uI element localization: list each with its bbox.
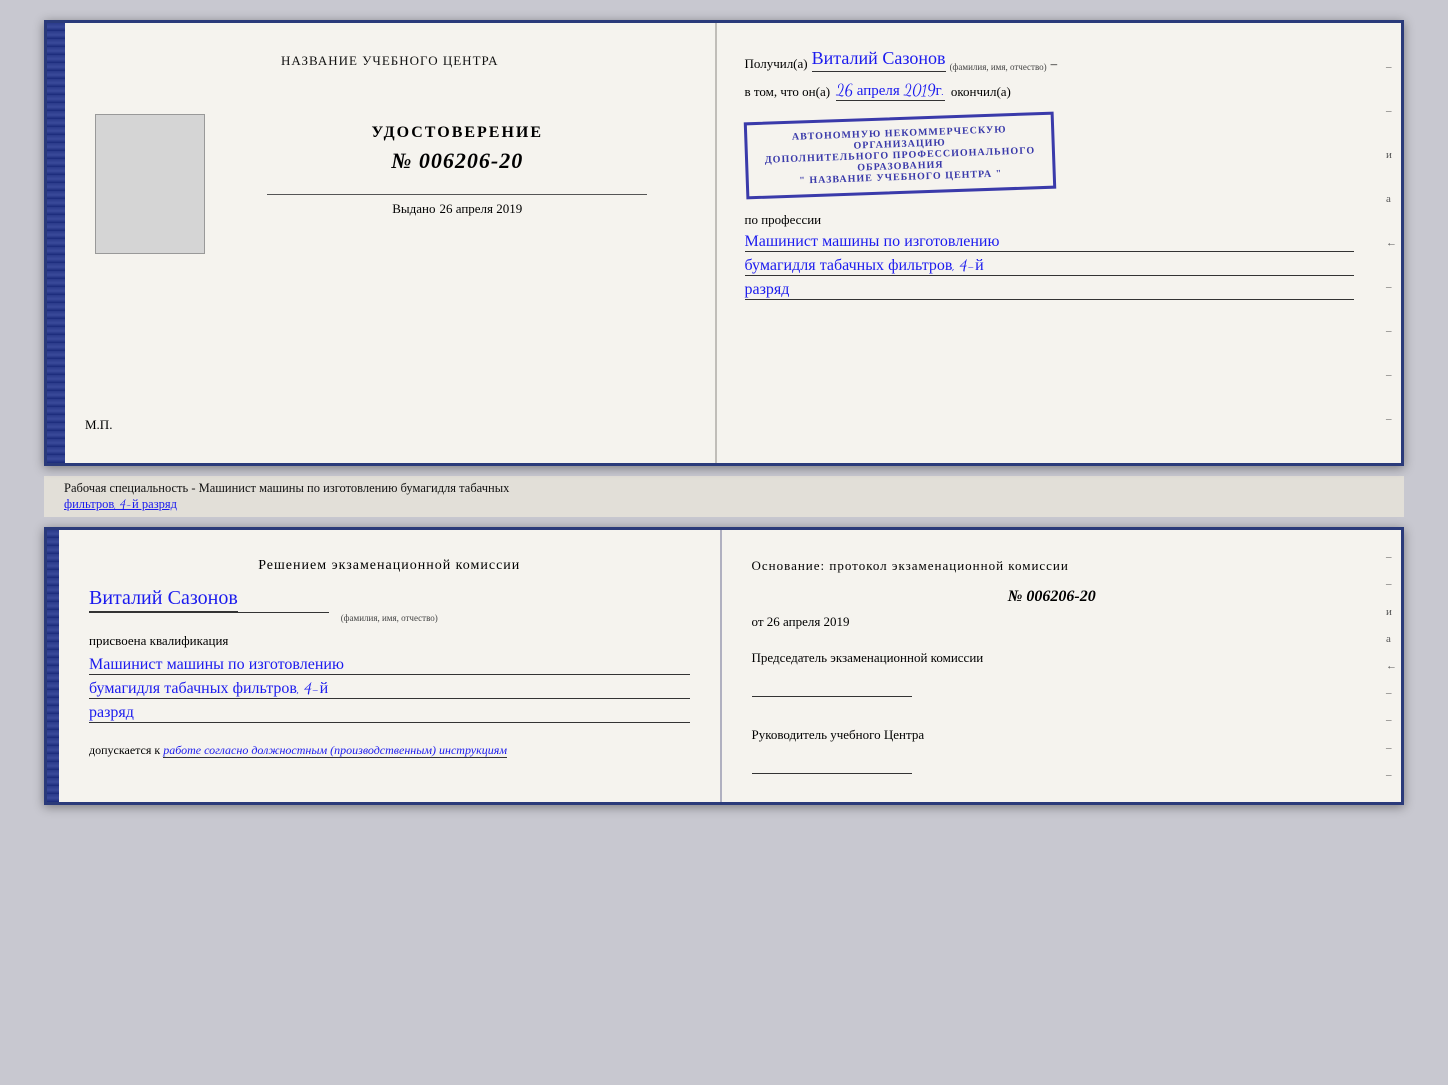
stamp-area: АВТОНОМНУЮ НЕКОММЕРЧЕСКУЮ ОРГАНИЗАЦИЮ ДО… [745,109,1355,202]
person-name-block: Виталий Сазонов (фамилия, имя, отчество) [89,586,690,623]
middle-bar: Рабочая специальность - Машинист машины … [44,476,1404,517]
qualification-line2: бумагидля табачных фильтров, 4-й [89,679,690,699]
cert-title: УДОСТОВЕРЕНИЕ [371,124,543,142]
top-document: НАЗВАНИЕ УЧЕБНОГО ЦЕНТРА УДОСТОВЕРЕНИЕ №… [44,20,1404,466]
recipient-line: Получил(а) Виталий Сазонов (фамилия, имя… [745,48,1355,72]
allows-text: работе согласно должностным (производств… [163,743,507,758]
middle-text: Рабочая специальность - Машинист машины … [64,481,1384,512]
top-right-page: Получил(а) Виталий Сазонов (фамилия, имя… [717,23,1383,463]
qualification-line1: Машинист машины по изготовлению [89,655,690,675]
center-head-signature-line [752,773,912,774]
stamp-box: АВТОНОМНУЮ НЕКОММЕРЧЕСКУЮ ОРГАНИЗАЦИЮ ДО… [743,112,1055,200]
in-that-line: в том, что он(а) 26 апреля 2019г. окончи… [745,82,1355,101]
fio-caption-top: (фамилия, имя, отчество) [950,62,1047,72]
allows-line: допускается к работе согласно должностны… [89,743,690,758]
photo-placeholder [95,114,205,254]
book-spine-left [47,23,65,463]
protocol-date-line: от 26 апреля 2019 [752,614,1353,630]
fio-caption-bottom: (фамилия, имя, отчество) [89,613,690,623]
bottom-right-edge-marks: – – и а ← – – – – [1382,530,1401,802]
assigned-text: присвоена квалификация [89,633,690,649]
received-prefix: Получил(а) [745,56,808,72]
center-head-title: Руководитель учебного Центра [752,727,1353,743]
bottom-left-page: Решением экзаменационной комиссии Витали… [59,530,722,802]
profession-line2: бумагидля табачных фильтров, 4-й [745,256,1355,276]
allows-prefix: допускается к [89,743,160,757]
issued-label: Выдано [392,201,435,216]
mp-label: М.П. [85,417,695,433]
bottom-right-page: Основание: протокол экзаменационной коми… [722,530,1383,802]
issued-date: 26 апреля 2019 [439,201,522,216]
profession-line3: разряд [745,280,1355,300]
protocol-date: 26 апреля 2019 [767,614,850,629]
chairman-title: Председатель экзаменационной комиссии [752,650,1353,666]
person-name: Виталий Сазонов [89,586,238,612]
qualification-line3: разряд [89,703,690,723]
profession-line1: Машинист машины по изготовлению [745,232,1355,252]
basis-title: Основание: протокол экзаменационной коми… [752,558,1353,574]
recipient-name: Виталий Сазонов [812,48,946,72]
completion-date: 26 апреля 2019г. [836,82,945,101]
decision-title: Решением экзаменационной комиссии [89,558,690,574]
in-that-prefix: в том, что он(а) [745,84,831,100]
book-spine-bottom-left [47,530,59,802]
bottom-document: Решением экзаменационной комиссии Витали… [44,527,1404,805]
top-left-page: НАЗВАНИЕ УЧЕБНОГО ЦЕНТРА УДОСТОВЕРЕНИЕ №… [65,23,717,463]
protocol-number: № 006206-20 [752,588,1353,606]
from-prefix: от [752,614,764,629]
training-center-label: НАЗВАНИЕ УЧЕБНОГО ЦЕНТРА [281,53,498,69]
finished-label: окончил(а) [951,84,1011,100]
chairman-signature-line [752,696,912,697]
cert-number: № 006206-20 [371,148,543,174]
right-edge-marks: – – и а ← – – – – [1382,23,1401,463]
profession-label: по профессии [745,212,1355,228]
